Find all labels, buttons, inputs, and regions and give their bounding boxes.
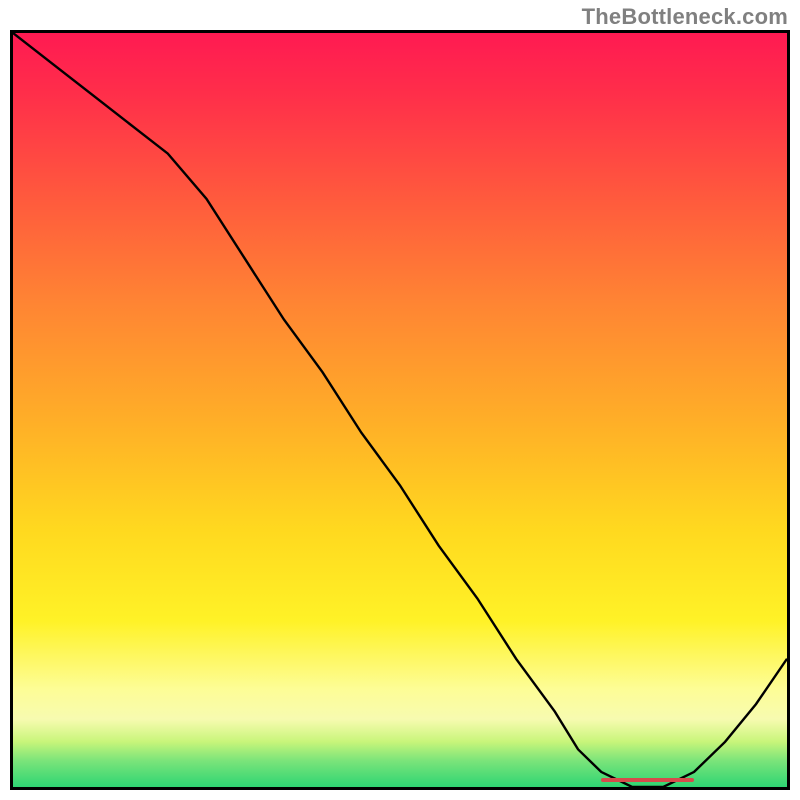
watermark-label: TheBottleneck.com xyxy=(582,4,788,30)
valley-marker xyxy=(601,778,694,782)
curve-path xyxy=(13,33,787,787)
plot-area xyxy=(10,30,790,790)
bottleneck-line xyxy=(13,33,787,787)
figure-container: TheBottleneck.com xyxy=(0,0,800,800)
